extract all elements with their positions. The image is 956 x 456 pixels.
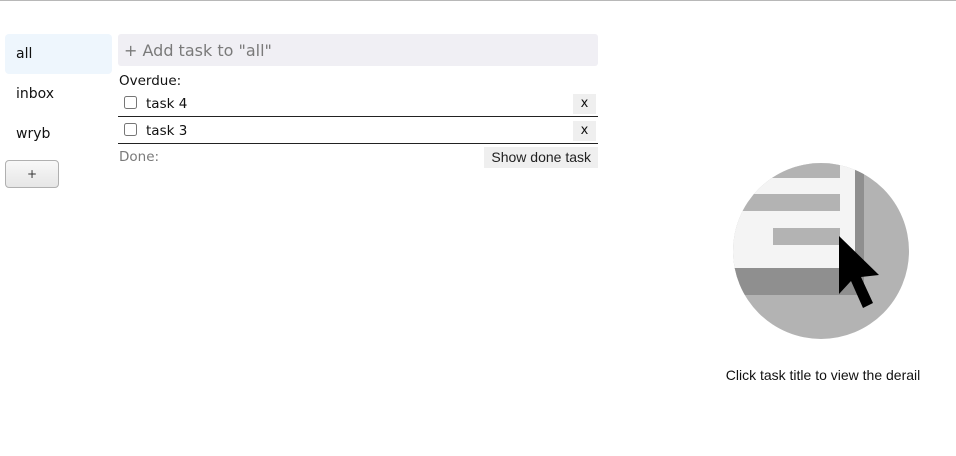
show-done-button[interactable]: Show done task bbox=[484, 147, 598, 168]
sidebar-item-label: wryb bbox=[16, 126, 51, 142]
sidebar-item-wryb[interactable]: wryb bbox=[5, 114, 112, 154]
sidebar: all inbox wryb + bbox=[5, 34, 112, 188]
add-task-input[interactable] bbox=[118, 34, 598, 66]
sidebar-item-label: all bbox=[16, 46, 33, 62]
delete-task-button[interactable]: x bbox=[573, 94, 596, 114]
task-panel: Overdue: task 4 x task 3 x Done: Show do… bbox=[118, 34, 598, 170]
task-row: task 4 x bbox=[118, 90, 598, 117]
task-title[interactable]: task 4 bbox=[146, 96, 187, 112]
task-row: task 3 x bbox=[118, 117, 598, 144]
done-heading: Done: bbox=[119, 149, 160, 165]
sidebar-item-all[interactable]: all bbox=[5, 34, 112, 74]
illustration-icon bbox=[733, 163, 909, 339]
task-title[interactable]: task 3 bbox=[146, 123, 187, 139]
add-list-button[interactable]: + bbox=[5, 160, 59, 188]
overdue-heading: Overdue: bbox=[119, 73, 182, 89]
delete-task-button[interactable]: x bbox=[573, 121, 596, 141]
top-divider bbox=[0, 0, 956, 1]
cursor-click-illustration bbox=[733, 160, 910, 342]
task-checkbox[interactable] bbox=[124, 96, 137, 109]
detail-hint: Click task title to view the derail bbox=[725, 367, 921, 383]
sidebar-item-label: inbox bbox=[16, 86, 55, 102]
task-checkbox[interactable] bbox=[124, 123, 137, 136]
plus-icon: + bbox=[26, 167, 38, 181]
done-section: Done: Show done task bbox=[118, 144, 598, 170]
sidebar-item-inbox[interactable]: inbox bbox=[5, 74, 112, 114]
